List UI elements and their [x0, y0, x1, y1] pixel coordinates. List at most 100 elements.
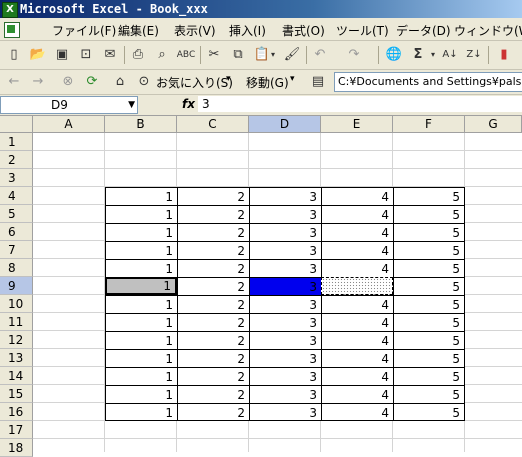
cell-e9[interactable] [321, 277, 393, 295]
cell-c4[interactable]: 2 [177, 187, 249, 205]
cell-e5[interactable]: 4 [321, 205, 393, 223]
row-header-12[interactable]: 12 [0, 331, 33, 349]
cell-d11[interactable]: 3 [249, 313, 321, 331]
cell-e14[interactable]: 4 [321, 367, 393, 385]
cell-d13[interactable]: 3 [249, 349, 321, 367]
cell-c10[interactable]: 2 [177, 295, 249, 313]
cell-f6[interactable]: 5 [393, 223, 465, 241]
row-header-10[interactable]: 10 [0, 295, 33, 313]
cell-d4[interactable]: 3 [249, 187, 321, 205]
print-preview-icon[interactable]: ⌕ [152, 45, 172, 65]
format-painter-icon[interactable]: 🖌 [282, 45, 302, 65]
column-header-a[interactable]: A [33, 116, 105, 133]
row-header-9[interactable]: 9 [0, 277, 33, 295]
name-box-dropdown-icon[interactable]: ▼ [128, 97, 135, 113]
favorites-menu[interactable]: お気に入り(S) [156, 74, 233, 91]
cell-b10[interactable]: 1 [105, 295, 177, 313]
cell-f12[interactable]: 5 [393, 331, 465, 349]
cell-e11[interactable]: 4 [321, 313, 393, 331]
cell-b8[interactable]: 1 [105, 259, 177, 277]
cell-b15[interactable]: 1 [105, 385, 177, 403]
cell-e10[interactable]: 4 [321, 295, 393, 313]
cell-f13[interactable]: 5 [393, 349, 465, 367]
menu-edit[interactable]: 編集(E) [118, 22, 159, 39]
cell-e15[interactable]: 4 [321, 385, 393, 403]
row-header-4[interactable]: 4 [0, 187, 33, 205]
row-header-1[interactable]: 1 [0, 133, 33, 151]
name-box[interactable]: D9 ▼ [0, 96, 138, 114]
hyperlink-icon[interactable]: 🌐 [384, 45, 404, 65]
stop-icon[interactable]: ⊗ [58, 72, 78, 92]
email-icon[interactable]: ✉ [100, 45, 120, 65]
cell-e6[interactable]: 4 [321, 223, 393, 241]
cell-f16[interactable]: 5 [393, 403, 465, 421]
column-header-e[interactable]: E [321, 116, 393, 133]
cell-c8[interactable]: 2 [177, 259, 249, 277]
back-icon[interactable]: ← [4, 72, 24, 92]
menu-data[interactable]: データ(D) [396, 22, 451, 39]
menu-view[interactable]: 表示(V) [174, 22, 216, 39]
favorites-dropdown-icon[interactable]: ▾ [226, 74, 231, 84]
column-header-f[interactable]: F [393, 116, 465, 133]
home-icon[interactable]: ⌂ [110, 72, 130, 92]
menu-format[interactable]: 書式(O) [282, 22, 325, 39]
forward-icon[interactable]: → [28, 72, 48, 92]
sort-ascending-icon[interactable]: A↓ [440, 45, 460, 65]
row-header-6[interactable]: 6 [0, 223, 33, 241]
cell-d5[interactable]: 3 [249, 205, 321, 223]
cut-icon[interactable]: ✂ [204, 45, 224, 65]
search-web-icon[interactable]: ⊙ [134, 72, 154, 92]
cell-b6[interactable]: 1 [105, 223, 177, 241]
cell-e4[interactable]: 4 [321, 187, 393, 205]
cell-f15[interactable]: 5 [393, 385, 465, 403]
cell-f5[interactable]: 5 [393, 205, 465, 223]
column-header-b[interactable]: B [105, 116, 177, 133]
menu-window[interactable]: ウィンドウ(W) [454, 22, 522, 39]
show-only-web-toolbar-icon[interactable]: ▤ [308, 72, 328, 92]
cell-b12[interactable]: 1 [105, 331, 177, 349]
cell-b13[interactable]: 1 [105, 349, 177, 367]
column-header-d[interactable]: D [249, 116, 321, 133]
print-icon[interactable]: ⎙ [128, 45, 148, 65]
cell-b11[interactable]: 1 [105, 313, 177, 331]
cell-c6[interactable]: 2 [177, 223, 249, 241]
cell-e12[interactable]: 4 [321, 331, 393, 349]
workbook-icon[interactable] [4, 22, 20, 38]
cell-e7[interactable]: 4 [321, 241, 393, 259]
paste-dropdown-icon[interactable]: ▾ [268, 45, 278, 65]
row-header-7[interactable]: 7 [0, 241, 33, 259]
cell-d7[interactable]: 3 [249, 241, 321, 259]
row-header-2[interactable]: 2 [0, 151, 33, 169]
menu-insert[interactable]: 挿入(I) [229, 22, 266, 39]
spelling-icon[interactable]: ABC [176, 45, 196, 65]
cell-b9[interactable]: 1 [105, 277, 177, 295]
row-header-18[interactable]: 18 [0, 439, 33, 457]
cell-e16[interactable]: 4 [321, 403, 393, 421]
cell-f4[interactable]: 5 [393, 187, 465, 205]
insert-function-icon[interactable]: fx [182, 97, 195, 111]
row-header-17[interactable]: 17 [0, 421, 33, 439]
move-dropdown-icon[interactable]: ▾ [290, 74, 295, 84]
cell-c12[interactable]: 2 [177, 331, 249, 349]
cell-b7[interactable]: 1 [105, 241, 177, 259]
cell-d12[interactable]: 3 [249, 331, 321, 349]
cell-d9[interactable]: 3 [249, 277, 321, 295]
new-icon[interactable]: ▯ [4, 45, 24, 65]
formula-input[interactable]: 3 [198, 96, 522, 112]
row-header-3[interactable]: 3 [0, 169, 33, 187]
autosum-icon[interactable]: Σ [408, 45, 428, 65]
copy-icon[interactable]: ⧉ [228, 45, 248, 65]
cell-c7[interactable]: 2 [177, 241, 249, 259]
cell-b14[interactable]: 1 [105, 367, 177, 385]
column-header-c[interactable]: C [177, 116, 249, 133]
cell-f8[interactable]: 5 [393, 259, 465, 277]
cell-c14[interactable]: 2 [177, 367, 249, 385]
cell-f14[interactable]: 5 [393, 367, 465, 385]
cell-d6[interactable]: 3 [249, 223, 321, 241]
cell-d16[interactable]: 3 [249, 403, 321, 421]
chart-wizard-icon[interactable]: ▮ [494, 45, 514, 65]
row-header-13[interactable]: 13 [0, 349, 33, 367]
cell-d10[interactable]: 3 [249, 295, 321, 313]
cell-b16[interactable]: 1 [105, 403, 177, 421]
select-all-corner[interactable] [0, 116, 33, 133]
